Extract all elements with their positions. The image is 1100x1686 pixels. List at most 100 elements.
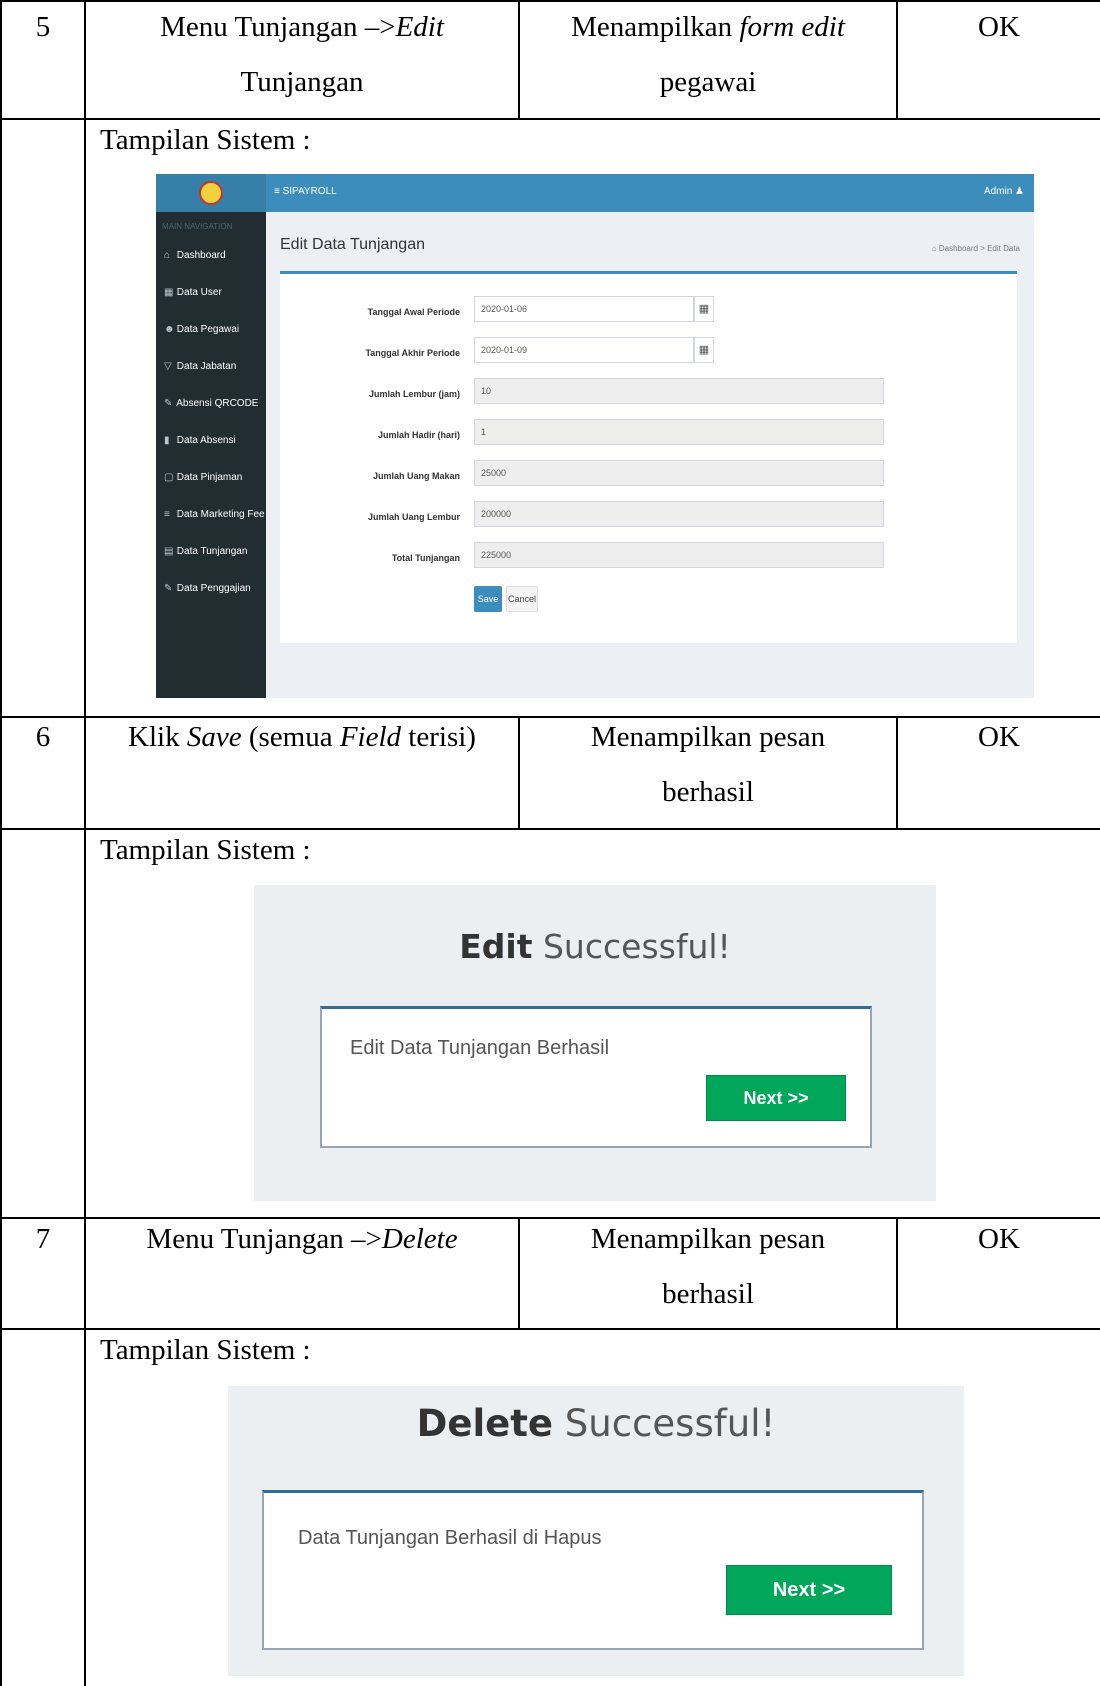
step-text-italic: Delete (381, 1223, 458, 1255)
result-text: Menampilkan pesan (590, 721, 826, 753)
success-title: Delete Successful! (228, 1402, 964, 1445)
table-icon: ▦ (164, 287, 174, 298)
save-button[interactable]: Save (474, 586, 502, 612)
sidebar-item-dashboard[interactable]: ⌂ Dashboard (164, 250, 226, 261)
field-label: Total Tunjangan (391, 553, 460, 563)
sidebar-item-label: Data Absensi (176, 435, 236, 446)
field-label: Jumlah Uang Makan (372, 471, 460, 481)
step-cell: Menu Tunjangan –>Delete (86, 1212, 518, 1267)
app-brand[interactable]: ≡ SIPAYROLL (274, 186, 337, 197)
result-text: pegawai (659, 66, 757, 98)
tampilan-label: Tampilan Sistem : (100, 1334, 311, 1366)
book-icon: ▮ (164, 435, 170, 446)
card-icon: ▢ (164, 472, 174, 483)
tanggal-awal-input[interactable]: 2020-01-06 (474, 296, 694, 322)
field-label: Jumlah Lembur (jam) (368, 389, 460, 399)
edit-form-box: Tanggal Awal Periode 2020-01-06 ▦ Tangga… (280, 271, 1017, 643)
delete-success-screenshot: Delete Successful! Data Tunjangan Berhas… (228, 1386, 964, 1676)
step-cell: Klik Save (semua Field terisi) (86, 710, 518, 765)
title-bold: Edit (459, 927, 533, 966)
status-cell: OK (978, 11, 1020, 43)
row-number: 6 (35, 721, 51, 753)
admin-menu[interactable]: Admin ♟ (984, 186, 1024, 197)
sidebar-item-label: Dashboard (176, 250, 226, 261)
users-icon: ☻ (164, 324, 175, 335)
row-number: 7 (35, 1223, 51, 1255)
sidebar-item-data-user[interactable]: ▦ Data User (164, 287, 222, 298)
sidebar-item-absensi-qrcode[interactable]: ✎ Absensi QRCODE (164, 398, 258, 409)
sidebar-item-data-absensi[interactable]: ▮ Data Absensi (164, 435, 236, 446)
table-border (0, 0, 2, 1686)
nav-header: MAIN NAVIGATION (162, 222, 233, 231)
sidebar-item-label: Data Jabatan (176, 361, 237, 372)
top-navbar: ≡ SIPAYROLL Admin ♟ (266, 174, 1034, 212)
sidebar-item-label: Data Pinjaman (176, 472, 243, 483)
app-logo (156, 174, 266, 212)
status-cell: OK (978, 1223, 1020, 1255)
next-button[interactable]: Next >> (726, 1565, 892, 1615)
result-cell: Menampilkan pesan berhasil (520, 710, 896, 820)
sidebar-item-data-pinjaman[interactable]: ▢ Data Pinjaman (164, 472, 242, 483)
calculator-icon: ▤ (164, 546, 174, 557)
field-label: Tanggal Akhir Periode (365, 348, 460, 358)
title-light: Successful! (532, 927, 731, 966)
sidebar-item-data-pegawai[interactable]: ☻ Data Pegawai (164, 324, 239, 335)
jumlah-hadir-field: 1 (474, 419, 884, 445)
sidebar-item-label: Data Pegawai (176, 324, 240, 335)
row-number: 5 (35, 11, 51, 43)
table-border (0, 118, 1100, 120)
step-text: Menu Tunjangan –> (160, 11, 396, 43)
edit-icon: ✎ (164, 583, 173, 594)
breadcrumb[interactable]: ⌂ Dashboard > Edit Data (932, 244, 1020, 253)
step-text: Tunjangan (240, 66, 364, 98)
sidebar: MAIN NAVIGATION ⌂ Dashboard ▦ Data User … (156, 212, 266, 698)
tampilan-label: Tampilan Sistem : (100, 124, 311, 156)
field-label: Jumlah Hadir (hari) (377, 430, 460, 440)
next-button[interactable]: Next >> (706, 1075, 846, 1121)
tanggal-akhir-input[interactable]: 2020-01-09 (474, 337, 694, 363)
sidebar-item-data-marketing-fee[interactable]: ≡ Data Marketing Fee (164, 509, 265, 520)
table-border (84, 0, 86, 1686)
step-cell: Menu Tunjangan –>Edit Tunjangan (86, 0, 518, 110)
edit-tunjangan-screenshot: ≡ SIPAYROLL Admin ♟ MAIN NAVIGATION ⌂ Da… (156, 174, 1034, 698)
jumlah-uang-makan-field: 25000 (474, 460, 884, 486)
calendar-icon[interactable]: ▦ (694, 337, 714, 363)
sidebar-item-data-jabatan[interactable]: ▽ Data Jabatan (164, 361, 236, 372)
edit-success-screenshot: Edit Successful! Edit Data Tunjangan Ber… (254, 885, 936, 1201)
title-bold: Delete (416, 1402, 554, 1445)
result-cell: Menampilkan pesan berhasil (520, 1212, 896, 1322)
sidebar-item-data-penggajian[interactable]: ✎ Data Penggajian (164, 583, 251, 594)
page-title: Edit Data Tunjangan (280, 236, 425, 253)
result-text: Menampilkan pesan (590, 1223, 826, 1255)
status-cell: OK (978, 721, 1020, 753)
result-text: berhasil (662, 776, 754, 808)
result-text-italic: form edit (739, 11, 845, 43)
step-text-italic: Field (339, 721, 402, 753)
result-text: berhasil (662, 1278, 754, 1310)
total-tunjangan-field: 225000 (474, 542, 884, 568)
success-card: Edit Data Tunjangan Berhasil Next >> (320, 1006, 872, 1148)
success-message: Data Tunjangan Berhasil di Hapus (298, 1527, 602, 1549)
pencil-icon: ✎ (164, 398, 173, 409)
tampilan-label: Tampilan Sistem : (100, 834, 311, 866)
sidebar-item-label: Data Tunjangan (176, 546, 248, 557)
sidebar-item-data-tunjangan[interactable]: ▤ Data Tunjangan (164, 546, 247, 557)
step-text: Menu Tunjangan –> (146, 1223, 382, 1255)
filter-icon: ▽ (164, 361, 172, 372)
sidebar-item-label: Data User (176, 287, 222, 298)
success-title: Edit Successful! (254, 927, 936, 966)
list-icon: ≡ (164, 509, 170, 520)
home-icon: ⌂ (164, 250, 171, 261)
step-text: (semua (241, 721, 340, 753)
success-card: Data Tunjangan Berhasil di Hapus Next >> (262, 1490, 924, 1650)
sidebar-item-label: Data Marketing Fee (176, 509, 265, 520)
step-text-italic: Save (186, 721, 242, 753)
cancel-button[interactable]: Cancel (506, 586, 538, 612)
field-label: Jumlah Uang Lembur (367, 512, 460, 522)
logo-emblem-icon (199, 181, 223, 205)
jumlah-uang-lembur-field: 200000 (474, 501, 884, 527)
success-message: Edit Data Tunjangan Berhasil (350, 1037, 610, 1059)
calendar-icon[interactable]: ▦ (694, 296, 714, 322)
sidebar-item-label: Data Penggajian (176, 583, 251, 594)
step-text-italic: Edit (395, 11, 444, 43)
